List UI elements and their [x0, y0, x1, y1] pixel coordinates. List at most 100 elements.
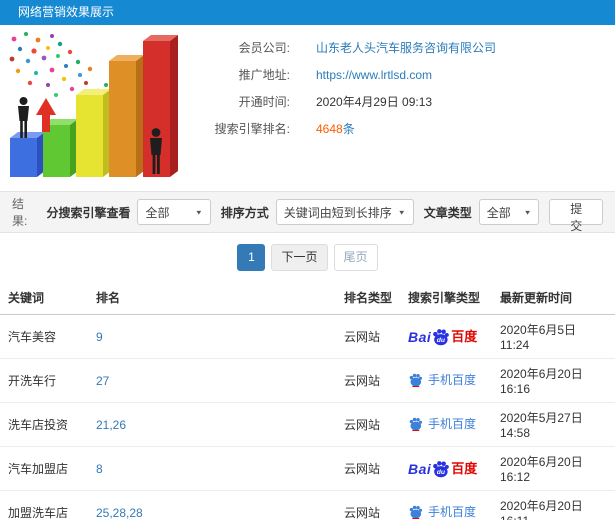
- article-filter-value: 全部: [486, 205, 511, 220]
- info-row-engine-rank: 搜索引擎排名: 4648条: [182, 116, 615, 143]
- mobile-baidu-paw-icon: [408, 372, 423, 387]
- info-row-url: 推广地址: https://www.lrtlsd.com: [182, 62, 615, 89]
- company-label: 会员公司:: [238, 41, 290, 55]
- open-time-label: 开通时间:: [238, 95, 290, 109]
- header-engine-type: 搜索引擎类型: [400, 281, 492, 315]
- table-row: 洗车店投资 21,26 云网站 手机百度 2020年5月27日 14:58: [0, 402, 615, 447]
- next-page-button[interactable]: 下一页: [271, 244, 328, 271]
- last-page-button[interactable]: 尾页: [333, 244, 378, 271]
- svg-text:du: du: [437, 337, 445, 344]
- table-header-row: 关键词 排名 排名类型 搜索引擎类型 最新更新时间: [0, 281, 615, 315]
- businessman-figure-left: [18, 97, 29, 138]
- baidu-logo-bai: Bai: [408, 328, 432, 345]
- rank-type-cell: 云网站: [336, 358, 400, 403]
- promo-url-label: 推广地址:: [238, 68, 290, 82]
- baidu-logo-bai: Bai: [408, 460, 432, 477]
- confetti-dots: [9, 32, 108, 97]
- baidu-paw-icon: du: [431, 459, 450, 478]
- mobile-baidu-label: 手机百度: [428, 373, 477, 387]
- table-row: 汽车加盟店 8 云网站 Bai du 百度 2020年6月20日 16:12: [0, 446, 615, 491]
- rank-cell[interactable]: 21,26: [88, 402, 336, 447]
- keyword-rank-table: 关键词 排名 排名类型 搜索引擎类型 最新更新时间 汽车美容 9 云网站 Bai…: [0, 281, 615, 520]
- mobile-baidu-label: 手机百度: [428, 505, 477, 519]
- pagination: 1 下一页 尾页: [0, 233, 615, 281]
- chevron-down-icon: ▼: [194, 208, 203, 216]
- baidu-paw-icon: du: [431, 327, 450, 346]
- article-filter-select[interactable]: 全部 ▼: [478, 199, 540, 225]
- chevron-down-icon: ▼: [523, 208, 532, 216]
- sort-filter-select[interactable]: 关键词由短到长排序 ▼: [275, 199, 414, 225]
- bar-chart-illustration: [0, 25, 182, 191]
- rank-type-cell: 云网站: [336, 402, 400, 447]
- filter-bar: 结果: 分搜索引擎查看 全部 ▼ 排序方式 关键词由短到长排序 ▼ 文章类型 全…: [0, 191, 615, 233]
- engine-filter-value: 全部: [145, 205, 170, 220]
- engine-rank-unit: 条: [342, 122, 355, 136]
- article-filter-label: 文章类型: [423, 205, 472, 220]
- engine-filter-select[interactable]: 全部 ▼: [137, 199, 211, 225]
- baidu-logo: Bai du 百度: [408, 327, 477, 346]
- mobile-baidu-logo: 手机百度: [408, 503, 476, 520]
- company-link[interactable]: 山东老人头汽车服务咨询有限公司: [316, 35, 496, 62]
- chevron-down-icon: ▼: [397, 208, 406, 216]
- mobile-baidu-logo: 手机百度: [408, 371, 476, 388]
- bar-red: [143, 35, 178, 177]
- keyword-cell: 汽车加盟店: [0, 446, 88, 491]
- header-rank: 排名: [88, 281, 336, 315]
- rank-type-cell: 云网站: [336, 490, 400, 520]
- keyword-cell: 加盟洗车店: [0, 490, 88, 520]
- mobile-baidu-paw-icon: [408, 416, 423, 431]
- info-row-company: 会员公司: 山东老人头汽车服务咨询有限公司: [182, 35, 615, 62]
- rank-cell[interactable]: 8: [88, 446, 336, 491]
- rank-cell[interactable]: 27: [88, 358, 336, 403]
- mobile-baidu-label: 手机百度: [428, 417, 477, 431]
- engine-cell: 手机百度: [400, 490, 492, 520]
- results-label: 结果:: [12, 197, 28, 228]
- rank-type-cell: 云网站: [336, 446, 400, 491]
- bar-orange: [109, 55, 144, 177]
- updated-cell: 2020年6月20日 16:12: [492, 446, 615, 491]
- bar-yellow: [76, 89, 111, 177]
- updated-cell: 2020年6月5日 11:24: [492, 314, 615, 359]
- mobile-baidu-logo: 手机百度: [408, 415, 476, 432]
- updated-cell: 2020年6月20日 16:16: [492, 358, 615, 403]
- engine-rank-label: 搜索引擎排名:: [214, 122, 290, 136]
- engine-cell: 手机百度: [400, 402, 492, 447]
- info-row-open-time: 开通时间: 2020年4月29日 09:13: [182, 89, 615, 116]
- updated-cell: 2020年5月27日 14:58: [492, 402, 615, 447]
- table-row: 加盟洗车店 25,28,28 云网站 手机百度 2020年6月20日 16:11: [0, 490, 615, 520]
- engine-filter-label: 分搜索引擎查看: [46, 205, 131, 220]
- updated-cell: 2020年6月20日 16:11: [492, 490, 615, 520]
- table-row: 汽车美容 9 云网站 Bai du 百度 2020年6月5日 11:24: [0, 314, 615, 359]
- member-info-panel: 会员公司: 山东老人头汽车服务咨询有限公司 推广地址: https://www.…: [0, 25, 615, 191]
- engine-cell: Bai du 百度: [400, 446, 492, 491]
- sort-filter-label: 排序方式: [220, 205, 269, 220]
- rank-cell[interactable]: 25,28,28: [88, 490, 336, 520]
- submit-button[interactable]: 提交: [549, 199, 603, 233]
- keyword-cell: 开洗车行: [0, 358, 88, 403]
- header-keyword: 关键词: [0, 281, 88, 315]
- mobile-baidu-paw-icon: [408, 504, 423, 519]
- table-row: 开洗车行 27 云网站 手机百度 2020年6月20日 16:16: [0, 358, 615, 403]
- member-info-list: 会员公司: 山东老人头汽车服务咨询有限公司 推广地址: https://www.…: [182, 25, 615, 191]
- header-updated: 最新更新时间: [492, 281, 615, 315]
- page-title: 网络营销效果展示: [18, 5, 115, 19]
- baidu-logo-cn: 百度: [451, 329, 478, 344]
- keyword-cell: 汽车美容: [0, 314, 88, 359]
- engine-cell: Bai du 百度: [400, 314, 492, 359]
- baidu-logo: Bai du 百度: [408, 459, 477, 478]
- engine-rank-count: 4648: [316, 122, 343, 136]
- rank-cell[interactable]: 9: [88, 314, 336, 359]
- svg-text:du: du: [437, 469, 445, 476]
- page-1-button[interactable]: 1: [237, 244, 266, 271]
- header-rank-type: 排名类型: [336, 281, 400, 315]
- rank-type-cell: 云网站: [336, 314, 400, 359]
- engine-rank-value: 4648条: [316, 116, 355, 143]
- bar-blue: [10, 132, 45, 177]
- engine-cell: 手机百度: [400, 358, 492, 403]
- open-time-value: 2020年4月29日 09:13: [316, 95, 433, 109]
- keyword-cell: 洗车店投资: [0, 402, 88, 447]
- page-title-bar: 网络营销效果展示: [0, 0, 615, 25]
- baidu-logo-cn: 百度: [451, 461, 478, 476]
- sort-filter-value: 关键词由短到长排序: [283, 205, 392, 220]
- promo-url-link[interactable]: https://www.lrtlsd.com: [316, 62, 432, 89]
